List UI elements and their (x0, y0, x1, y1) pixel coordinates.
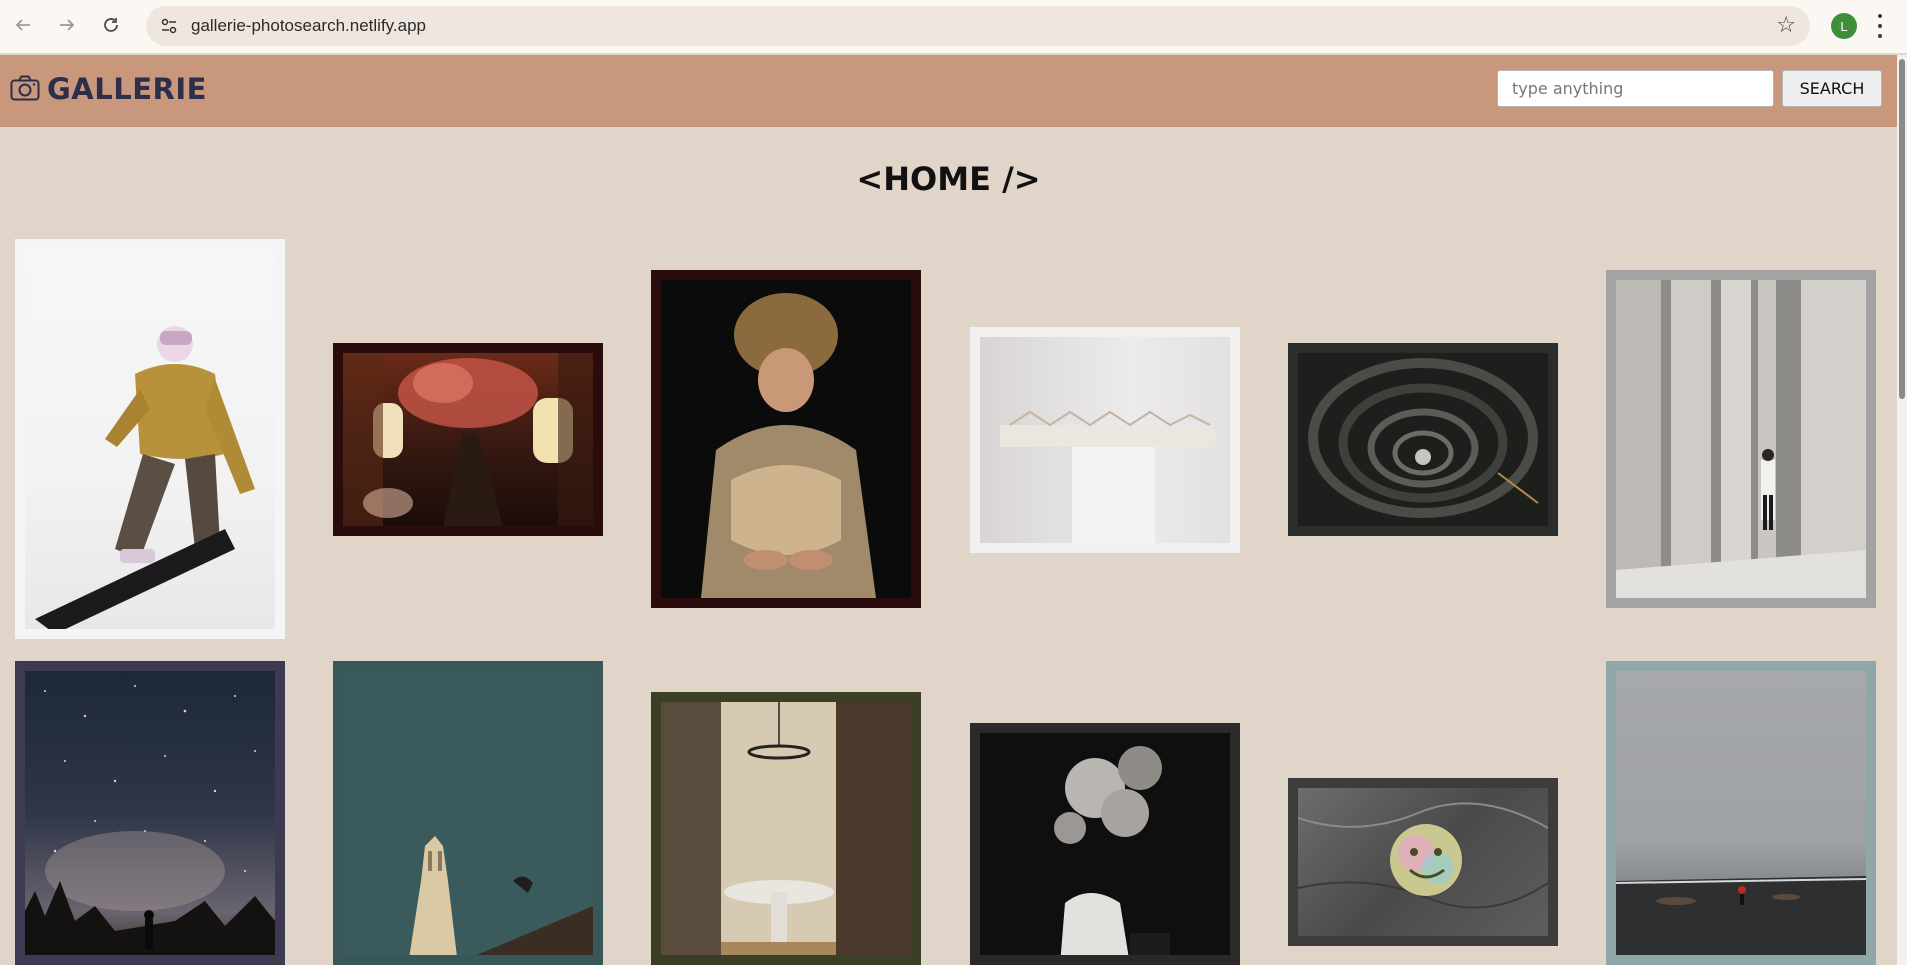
gallery-photo[interactable] (970, 327, 1240, 553)
forward-arrow-icon[interactable] (52, 10, 82, 40)
app-logo-text[interactable]: GALLERIE (47, 72, 207, 106)
gallery-photo[interactable] (15, 239, 285, 639)
profile-avatar[interactable]: L (1831, 13, 1857, 39)
search-input[interactable] (1497, 70, 1774, 107)
kebab-menu-icon[interactable] (1876, 14, 1884, 38)
photo-image (980, 733, 1230, 955)
gallery-photo[interactable] (651, 692, 921, 965)
reload-icon[interactable] (96, 10, 126, 40)
gallery-photo[interactable] (333, 661, 603, 965)
page-scrollbar[interactable] (1897, 55, 1907, 965)
photo-image (1616, 280, 1866, 598)
address-bar[interactable]: gallerie-photosearch.netlify.app ☆ (146, 6, 1810, 46)
app-header: GALLERIE SEARCH (0, 55, 1897, 127)
gallery-photo[interactable] (1606, 270, 1876, 608)
camera-icon (10, 75, 40, 101)
gallery-photo[interactable] (333, 343, 603, 536)
photo-image (25, 249, 275, 629)
photo-image (1616, 671, 1866, 955)
url-text: gallerie-photosearch.netlify.app (191, 16, 426, 35)
scrollbar-thumb[interactable] (1899, 59, 1905, 399)
photo-image (980, 337, 1230, 543)
photo-image (1298, 788, 1548, 936)
gallery-photo[interactable] (970, 723, 1240, 965)
site-settings-icon[interactable] (158, 15, 180, 37)
search-button[interactable]: SEARCH (1782, 70, 1882, 107)
page-title: <HOME /> (856, 160, 1041, 198)
photo-image (343, 353, 593, 526)
browser-toolbar: gallerie-photosearch.netlify.app ☆ L (0, 0, 1907, 54)
photo-image (661, 702, 911, 955)
gallery-photo[interactable] (15, 661, 285, 965)
photo-image (1298, 353, 1548, 526)
gallery-photo[interactable] (1288, 778, 1558, 946)
gallery-photo[interactable] (651, 270, 921, 608)
photo-image (343, 671, 593, 955)
star-icon[interactable]: ☆ (1776, 13, 1796, 38)
back-arrow-icon[interactable] (8, 10, 38, 40)
photo-image (25, 671, 275, 955)
gallery-photo[interactable] (1288, 343, 1558, 536)
gallery-photo[interactable] (1606, 661, 1876, 965)
photo-image (661, 280, 911, 598)
